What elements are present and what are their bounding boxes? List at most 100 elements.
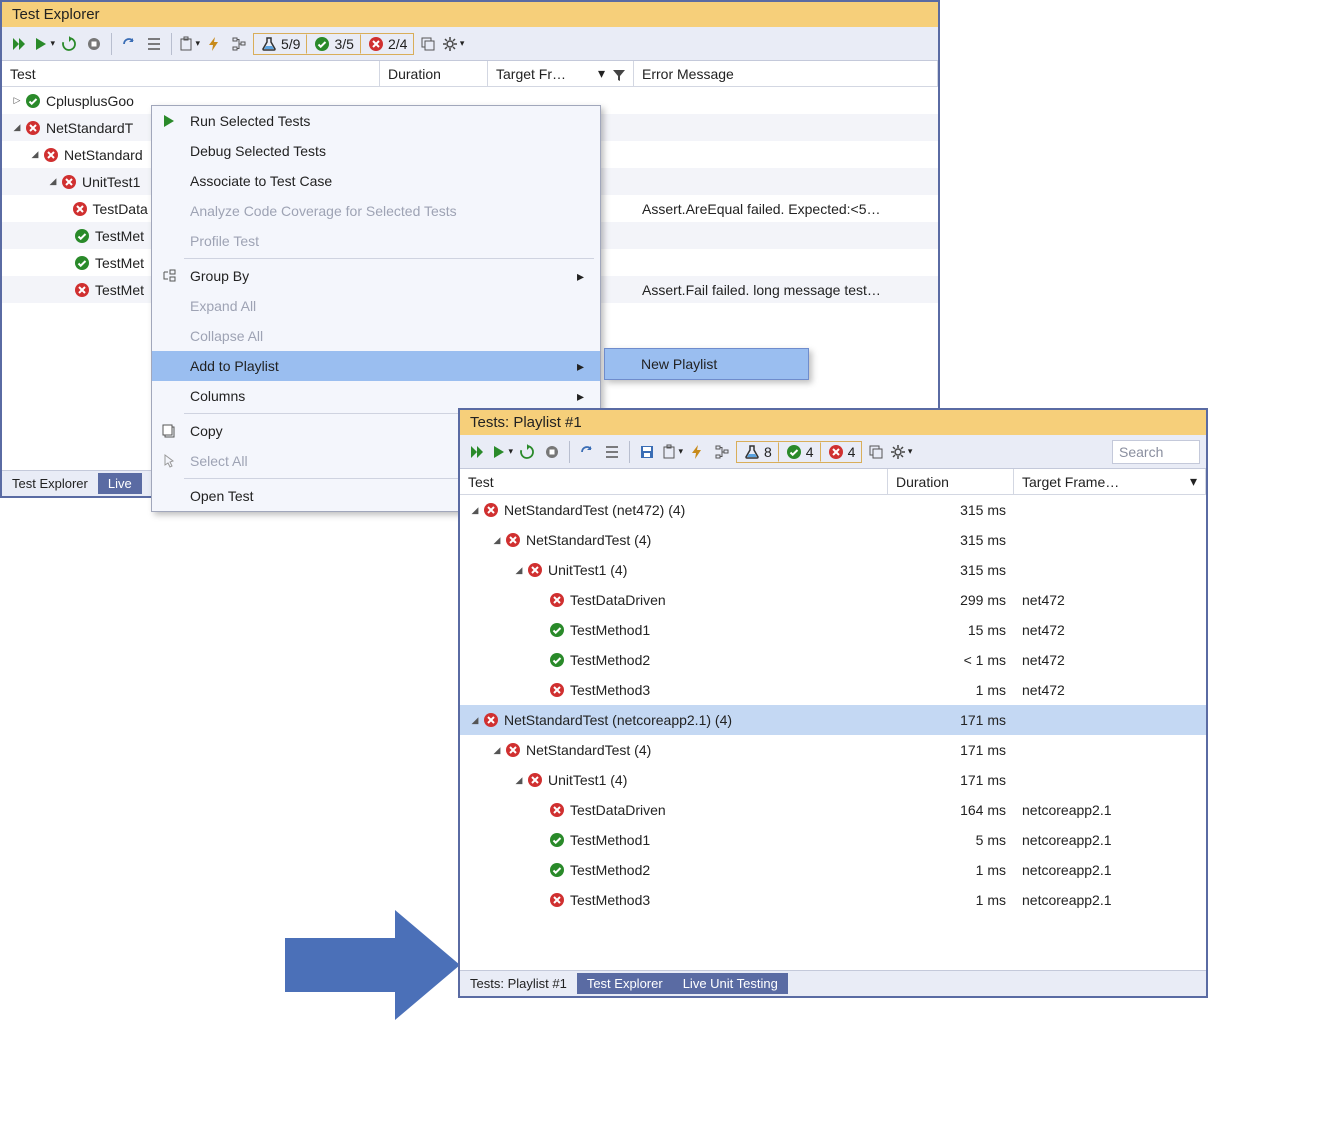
expander-icon[interactable]: ◢ xyxy=(48,177,58,187)
test-name: TestMethod3 xyxy=(570,682,650,698)
test-row[interactable]: ◢NetStandardTest (net472) (4)315 ms xyxy=(460,495,1206,525)
show-list-button[interactable] xyxy=(143,33,165,55)
show-list-button[interactable] xyxy=(601,441,623,463)
test-name: NetStandardTest (netcoreapp2.1) (4) xyxy=(504,712,732,728)
counter-fail[interactable]: 4 xyxy=(821,442,862,462)
test-row[interactable]: TestMethod31 msnetcoreapp2.1 xyxy=(460,885,1206,915)
test-row[interactable]: ◢NetStandardTest (4)171 ms xyxy=(460,735,1206,765)
fail-icon xyxy=(61,174,77,190)
hierarchy-button[interactable] xyxy=(228,33,250,55)
tab-live-unit-testing[interactable]: Live Unit Testing xyxy=(673,973,788,994)
run-all-button[interactable] xyxy=(466,441,488,463)
expander-icon[interactable] xyxy=(536,805,546,815)
test-counters: 5/9 3/5 2/4 xyxy=(253,33,414,55)
test-row[interactable]: ◢UnitTest1 (4)315 ms xyxy=(460,555,1206,585)
test-row[interactable]: TestMethod15 msnetcoreapp2.1 xyxy=(460,825,1206,855)
col-test[interactable]: Test xyxy=(460,469,888,494)
expander-icon[interactable] xyxy=(66,285,71,295)
fail-icon xyxy=(549,682,565,698)
expander-icon[interactable]: ◢ xyxy=(492,745,502,755)
hierarchy-button[interactable] xyxy=(711,441,733,463)
trigger-button[interactable] xyxy=(203,33,225,55)
test-row[interactable]: TestMethod31 msnet472 xyxy=(460,675,1206,705)
duration-cell: 5 ms xyxy=(888,832,1014,848)
refresh-button[interactable] xyxy=(118,33,140,55)
expander-icon[interactable] xyxy=(536,595,546,605)
menu-label: Collapse All xyxy=(190,328,263,344)
save-button[interactable] xyxy=(636,441,658,463)
test-name: TestMet xyxy=(95,228,144,244)
col-duration[interactable]: Duration xyxy=(380,61,488,86)
menu-associate-to-test-case[interactable]: Associate to Test Case xyxy=(152,166,600,196)
test-name: TestMethod2 xyxy=(570,862,650,878)
repeat-button[interactable] xyxy=(516,441,538,463)
menu-columns[interactable]: Columns▸ xyxy=(152,381,600,411)
menu-add-to-playlist[interactable]: Add to Playlist▸ xyxy=(152,351,600,381)
test-row[interactable]: TestMethod2< 1 msnet472 xyxy=(460,645,1206,675)
menu-group-by[interactable]: Group By▸ xyxy=(152,261,600,291)
test-row[interactable]: TestMethod115 msnet472 xyxy=(460,615,1206,645)
menu-analyze-code-coverage-for-selected-tests: Analyze Code Coverage for Selected Tests xyxy=(152,196,600,226)
menu-collapse-all: Collapse All xyxy=(152,321,600,351)
test-row[interactable]: TestMethod21 msnetcoreapp2.1 xyxy=(460,855,1206,885)
test-name: NetStandardTest (4) xyxy=(526,532,651,548)
expander-icon[interactable] xyxy=(536,655,546,665)
tab-live[interactable]: Live xyxy=(98,473,142,494)
col-duration[interactable]: Duration xyxy=(888,469,1014,494)
expander-icon[interactable]: ◢ xyxy=(514,775,524,785)
trigger-button[interactable] xyxy=(686,441,708,463)
refresh-button[interactable] xyxy=(576,441,598,463)
playlist-button[interactable]: ▾ xyxy=(661,441,683,463)
tab-test-explorer[interactable]: Test Explorer xyxy=(577,973,673,994)
menu-run-selected-tests[interactable]: Run Selected Tests xyxy=(152,106,600,136)
run-all-button[interactable] xyxy=(8,33,30,55)
settings-button[interactable]: ▾ xyxy=(890,441,912,463)
expander-icon[interactable] xyxy=(66,258,71,268)
col-test[interactable]: Test xyxy=(2,61,380,86)
expander-icon[interactable] xyxy=(536,625,546,635)
menu-new-playlist[interactable]: New Playlist xyxy=(605,349,808,379)
counter-pass[interactable]: 4 xyxy=(779,442,821,462)
repeat-button[interactable] xyxy=(58,33,80,55)
col-error[interactable]: Error Message xyxy=(634,61,938,86)
settings-button[interactable]: ▾ xyxy=(442,33,464,55)
test-name: TestMethod1 xyxy=(570,622,650,638)
window-button[interactable] xyxy=(865,441,887,463)
expander-icon[interactable]: ▷ xyxy=(12,96,22,106)
expander-icon[interactable] xyxy=(536,835,546,845)
expander-icon[interactable] xyxy=(66,231,71,241)
expander-icon[interactable]: ◢ xyxy=(492,535,502,545)
expander-icon[interactable]: ◢ xyxy=(12,123,22,133)
chevron-right-icon: ▸ xyxy=(577,268,584,285)
expander-icon[interactable] xyxy=(536,895,546,905)
expander-icon[interactable]: ◢ xyxy=(470,715,480,725)
expander-icon[interactable]: ◢ xyxy=(30,150,40,160)
test-row[interactable]: TestDataDriven299 msnet472 xyxy=(460,585,1206,615)
window-button[interactable] xyxy=(417,33,439,55)
tab-test-explorer[interactable]: Test Explorer xyxy=(2,473,98,494)
col-target[interactable]: Target Fr…▾ xyxy=(488,61,634,86)
col-target[interactable]: Target Frame…▾ xyxy=(1014,469,1206,494)
counter-pass[interactable]: 3/5 xyxy=(307,34,360,54)
counter-total[interactable]: 8 xyxy=(737,442,779,462)
expander-icon[interactable]: ◢ xyxy=(514,565,524,575)
counter-total[interactable]: 5/9 xyxy=(254,34,307,54)
expander-icon[interactable] xyxy=(536,685,546,695)
test-row[interactable]: ◢NetStandardTest (netcoreapp2.1) (4)171 … xyxy=(460,705,1206,735)
run-button[interactable]: ▾ xyxy=(491,441,513,463)
search-input[interactable]: Search xyxy=(1112,440,1200,464)
test-row[interactable]: ◢NetStandardTest (4)315 ms xyxy=(460,525,1206,555)
playlist-button[interactable]: ▾ xyxy=(178,33,200,55)
test-row[interactable]: ◢UnitTest1 (4)171 ms xyxy=(460,765,1206,795)
counter-fail[interactable]: 2/4 xyxy=(361,34,413,54)
test-row[interactable]: TestDataDriven164 msnetcoreapp2.1 xyxy=(460,795,1206,825)
expander-icon[interactable] xyxy=(536,865,546,875)
expander-icon[interactable]: ◢ xyxy=(470,505,480,515)
test-name: UnitTest1 (4) xyxy=(548,562,627,578)
tab-playlist[interactable]: Tests: Playlist #1 xyxy=(460,973,577,994)
menu-debug-selected-tests[interactable]: Debug Selected Tests xyxy=(152,136,600,166)
stop-button[interactable] xyxy=(541,441,563,463)
expander-icon[interactable] xyxy=(66,204,69,214)
stop-button[interactable] xyxy=(83,33,105,55)
run-button[interactable]: ▾ xyxy=(33,33,55,55)
